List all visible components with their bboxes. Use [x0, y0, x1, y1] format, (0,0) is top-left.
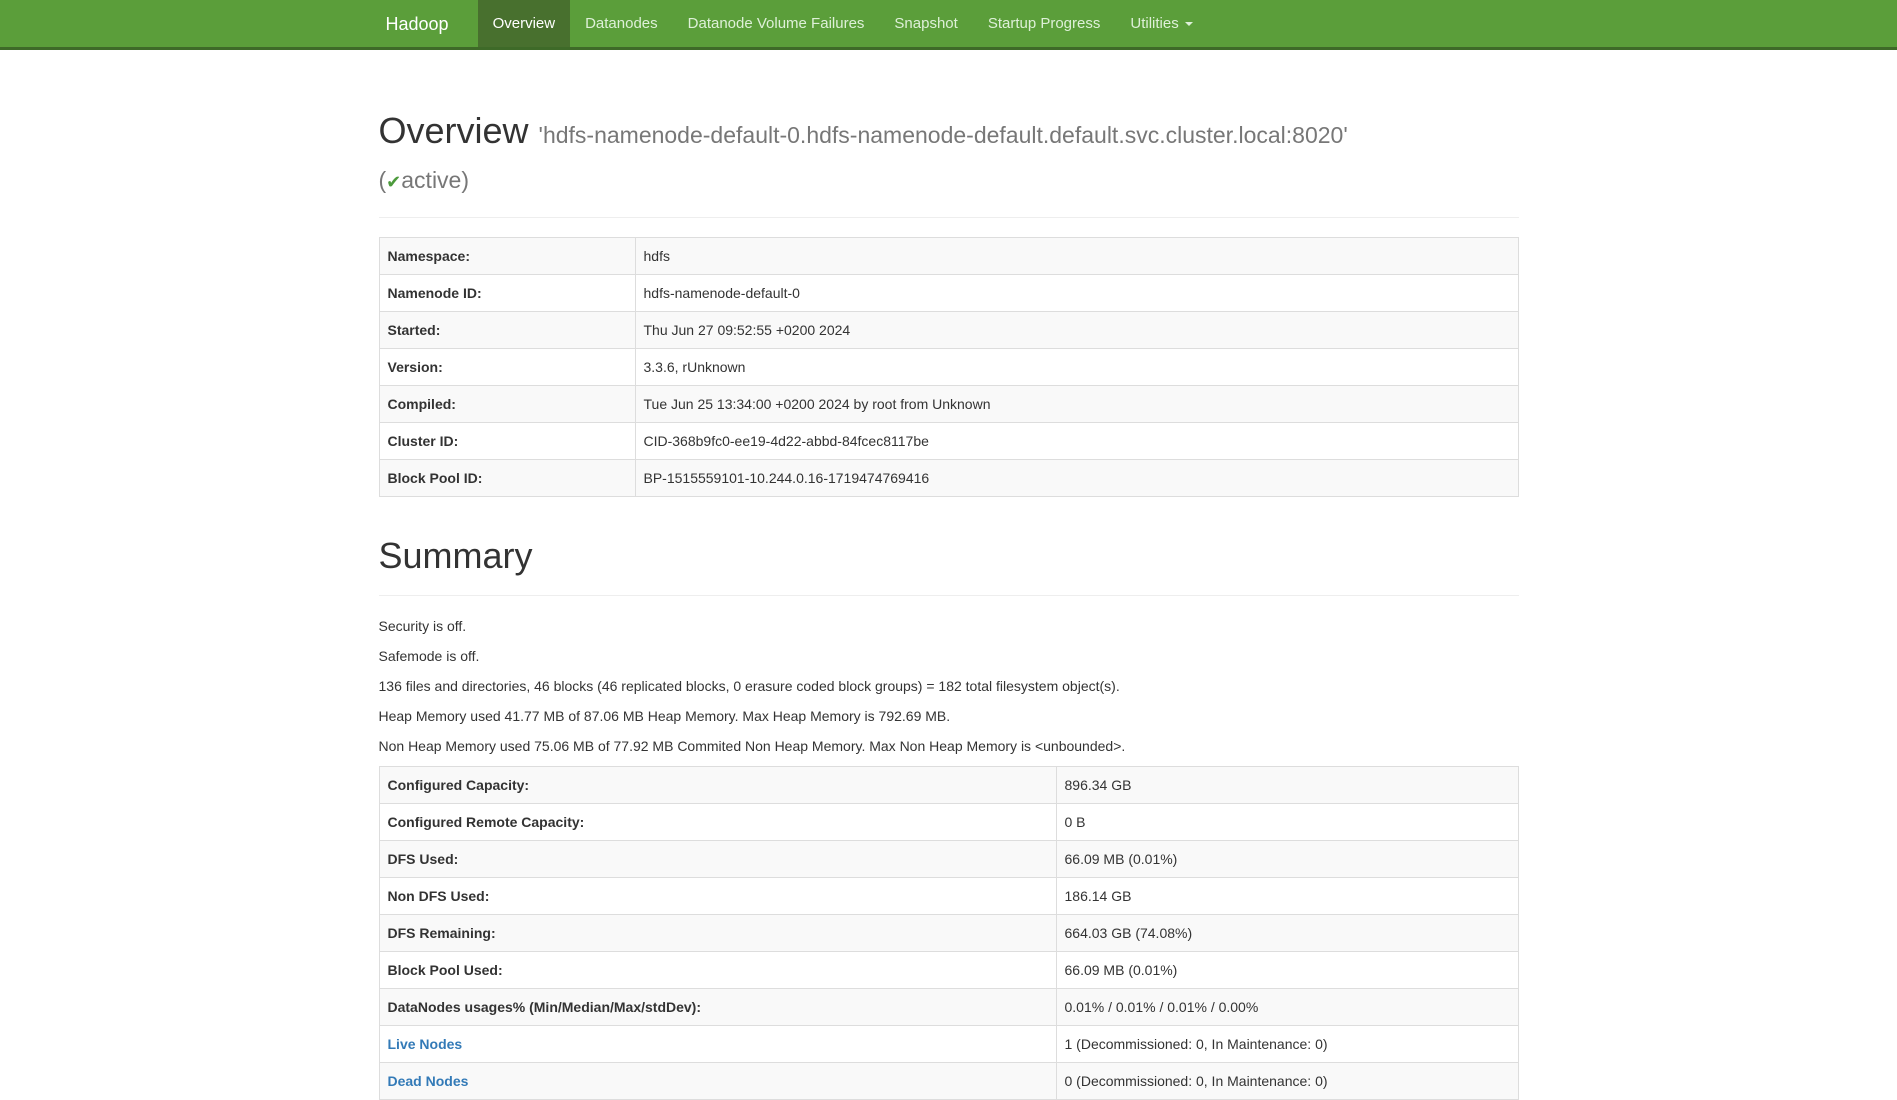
nav-item-overview-label: Overview [493, 14, 556, 34]
info-row-namenode-id: Namenode ID: hdfs-namenode-default-0 [379, 275, 1518, 312]
nav-item-utilities-dropdown[interactable]: Utilities [1115, 0, 1207, 47]
metrics-row-configured-capacity: Configured Capacity: 896.34 GB [379, 767, 1518, 804]
info-label-block-pool-id: Block Pool ID: [379, 460, 635, 497]
info-label-namespace: Namespace: [379, 238, 635, 275]
metrics-row-live-nodes: Live Nodes 1 (Decommissioned: 0, In Main… [379, 1026, 1518, 1063]
metrics-row-dfs-used: DFS Used: 66.09 MB (0.01%) [379, 841, 1518, 878]
check-icon: ✔ [386, 172, 401, 192]
summary-safemode-line: Safemode is off. [379, 646, 1519, 666]
info-label-cluster-id: Cluster ID: [379, 423, 635, 460]
info-row-cluster-id: Cluster ID: CID-368b9fc0-ee19-4d22-abbd-… [379, 423, 1518, 460]
nav-item-startup-progress[interactable]: Startup Progress [973, 0, 1116, 47]
info-value-version: 3.3.6, rUnknown [635, 349, 1518, 386]
info-value-started: Thu Jun 27 09:52:55 +0200 2024 [635, 312, 1518, 349]
metrics-label-dfs-remaining: DFS Remaining: [379, 915, 1056, 952]
nav-item-utilities-label: Utilities [1130, 14, 1178, 34]
info-row-namespace: Namespace: hdfs [379, 238, 1518, 275]
info-row-compiled: Compiled: Tue Jun 25 13:34:00 +0200 2024… [379, 386, 1518, 423]
metrics-value-non-dfs-used: 186.14 GB [1056, 878, 1518, 915]
metrics-value-dfs-used: 66.09 MB (0.01%) [1056, 841, 1518, 878]
metrics-label-non-dfs-used: Non DFS Used: [379, 878, 1056, 915]
info-value-namespace: hdfs [635, 238, 1518, 275]
title-divider [379, 217, 1519, 218]
info-row-version: Version: 3.3.6, rUnknown [379, 349, 1518, 386]
navbar-container: Hadoop Overview Datanodes Datanode Volum… [364, 0, 1534, 47]
metrics-value-block-pool-used: 66.09 MB (0.01%) [1056, 952, 1518, 989]
metrics-value-dfs-remaining: 664.03 GB (74.08%) [1056, 915, 1518, 952]
metrics-row-non-dfs-used: Non DFS Used: 186.14 GB [379, 878, 1518, 915]
nav-item-datanode-volume-failures-label: Datanode Volume Failures [688, 14, 865, 34]
live-nodes-link[interactable]: Live Nodes [388, 1036, 463, 1052]
summary-files-blocks-line: 136 files and directories, 46 blocks (46… [379, 676, 1519, 696]
metrics-value-configured-capacity: 896.34 GB [1056, 767, 1518, 804]
status-active-label: active [401, 167, 461, 193]
page-title-text: Overview [379, 110, 529, 151]
info-row-block-pool-id: Block Pool ID: BP-1515559101-10.244.0.16… [379, 460, 1518, 497]
dead-nodes-link[interactable]: Dead Nodes [388, 1073, 469, 1089]
metrics-value-configured-remote-capacity: 0 B [1056, 804, 1518, 841]
namenode-info-table: Namespace: hdfs Namenode ID: hdfs-nameno… [379, 237, 1519, 497]
summary-non-heap-memory-line: Non Heap Memory used 75.06 MB of 77.92 M… [379, 736, 1519, 756]
nav-item-datanode-volume-failures[interactable]: Datanode Volume Failures [673, 0, 880, 47]
info-label-started: Started: [379, 312, 635, 349]
metrics-label-block-pool-used: Block Pool Used: [379, 952, 1056, 989]
metrics-value-datanode-usages: 0.01% / 0.01% / 0.01% / 0.00% [1056, 989, 1518, 1026]
caret-down-icon [1185, 22, 1193, 26]
info-value-namenode-id: hdfs-namenode-default-0 [635, 275, 1518, 312]
info-label-compiled: Compiled: [379, 386, 635, 423]
info-label-namenode-id: Namenode ID: [379, 275, 635, 312]
metrics-row-configured-remote-capacity: Configured Remote Capacity: 0 B [379, 804, 1518, 841]
metrics-label-configured-remote-capacity: Configured Remote Capacity: [379, 804, 1056, 841]
namenode-host: 'hdfs-namenode-default-0.hdfs-namenode-d… [539, 122, 1348, 148]
metrics-row-dfs-remaining: DFS Remaining: 664.03 GB (74.08%) [379, 915, 1518, 952]
nav-item-datanodes-label: Datanodes [585, 14, 658, 34]
capacity-metrics-table: Configured Capacity: 896.34 GB Configure… [379, 766, 1519, 1100]
info-row-started: Started: Thu Jun 27 09:52:55 +0200 2024 [379, 312, 1518, 349]
metrics-label-dfs-used: DFS Used: [379, 841, 1056, 878]
metrics-label-datanode-usages: DataNodes usages% (Min/Median/Max/stdDev… [379, 989, 1056, 1026]
metrics-value-dead-nodes: 0 (Decommissioned: 0, In Maintenance: 0) [1056, 1063, 1518, 1100]
summary-divider [379, 595, 1519, 596]
summary-heading: Summary [379, 535, 1519, 577]
status-close-paren: ) [461, 167, 469, 193]
page-title: Overview 'hdfs-namenode-default-0.hdfs-n… [379, 108, 1519, 205]
info-value-block-pool-id: BP-1515559101-10.244.0.16-1719474769416 [635, 460, 1518, 497]
navbar: Hadoop Overview Datanodes Datanode Volum… [0, 0, 1897, 50]
info-value-compiled: Tue Jun 25 13:34:00 +0200 2024 by root f… [635, 386, 1518, 423]
navbar-menu: Overview Datanodes Datanode Volume Failu… [478, 0, 1208, 47]
metrics-row-dead-nodes: Dead Nodes 0 (Decommissioned: 0, In Main… [379, 1063, 1518, 1100]
summary-security-line: Security is off. [379, 616, 1519, 636]
nav-item-overview[interactable]: Overview [478, 0, 571, 47]
metrics-value-live-nodes: 1 (Decommissioned: 0, In Maintenance: 0) [1056, 1026, 1518, 1063]
main-content: Overview 'hdfs-namenode-default-0.hdfs-n… [364, 108, 1534, 1100]
nav-item-snapshot-label: Snapshot [894, 14, 957, 34]
metrics-row-block-pool-used: Block Pool Used: 66.09 MB (0.01%) [379, 952, 1518, 989]
summary-heap-memory-line: Heap Memory used 41.77 MB of 87.06 MB He… [379, 706, 1519, 726]
nav-item-datanodes[interactable]: Datanodes [570, 0, 673, 47]
nav-item-snapshot[interactable]: Snapshot [879, 0, 972, 47]
metrics-label-live-nodes: Live Nodes [379, 1026, 1056, 1063]
metrics-label-dead-nodes: Dead Nodes [379, 1063, 1056, 1100]
info-label-version: Version: [379, 349, 635, 386]
metrics-row-datanode-usages: DataNodes usages% (Min/Median/Max/stdDev… [379, 989, 1518, 1026]
namenode-status: (✔active) [379, 158, 1519, 205]
info-value-cluster-id: CID-368b9fc0-ee19-4d22-abbd-84fcec8117be [635, 423, 1518, 460]
brand-link[interactable]: Hadoop [379, 0, 464, 47]
nav-item-startup-progress-label: Startup Progress [988, 14, 1101, 34]
metrics-label-configured-capacity: Configured Capacity: [379, 767, 1056, 804]
